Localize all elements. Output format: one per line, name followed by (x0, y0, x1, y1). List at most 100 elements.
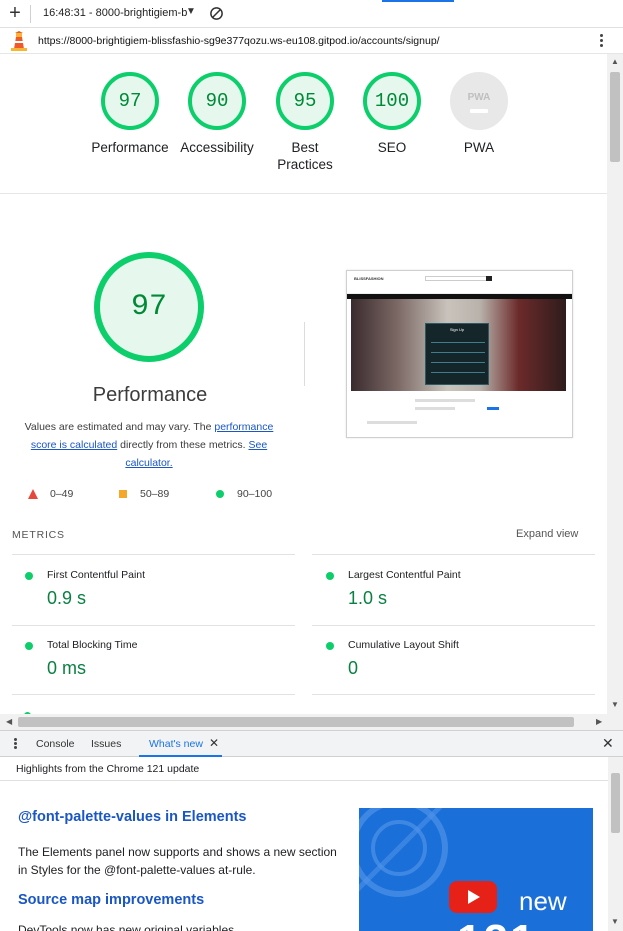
screenshot-field (431, 352, 485, 353)
metric-divider (12, 625, 295, 626)
scroll-thumb[interactable] (611, 773, 620, 833)
scroll-up-icon[interactable]: ▲ (611, 57, 619, 66)
gauge-seo[interactable]: 100 SEO (347, 72, 437, 156)
tab-strip: + 16:48:31 - 8000-brightigiem-b ▼ (0, 0, 623, 28)
legend-range: 50–89 (140, 488, 170, 500)
metric-divider (312, 694, 595, 695)
gauge-score: 100 (363, 72, 421, 130)
drawer-menu-icon[interactable] (12, 737, 18, 751)
note-text: Values are estimated and may vary. The (24, 421, 215, 433)
metric-value: 0 (348, 658, 359, 678)
close-tab-icon[interactable]: ✕ (209, 736, 219, 750)
report-vertical-scrollbar[interactable]: ▲ ▼ (607, 54, 623, 714)
performance-note: Values are estimated and may vary. The p… (18, 418, 280, 472)
score-gauges: 97 Performance 90 Accessibility 95 Best … (0, 54, 607, 194)
video-new-text: new (519, 886, 567, 916)
report-horizontal-scrollbar[interactable]: ◀ ▶ (0, 714, 623, 730)
performance-gauge: 97 (94, 252, 204, 362)
address-bar: https://8000-brightigiem-blissfashio-sg9… (0, 28, 623, 54)
new-tab-button[interactable]: + (4, 3, 26, 25)
screenshot-line (367, 421, 417, 424)
metric-label: Cumulative Layout Shift (348, 639, 459, 651)
tab-title[interactable]: 16:48:31 - 8000-brightigiem-b (43, 7, 187, 19)
tab-whats-new[interactable]: What's new (149, 738, 203, 750)
pass-indicator (25, 572, 33, 580)
metric-label: First Contentful Paint (47, 569, 146, 581)
metric-value: 0.9 s (47, 588, 87, 608)
more-options-icon[interactable] (596, 32, 606, 50)
legend-range: 0–49 (50, 488, 74, 500)
gauge-label: Performance (91, 140, 169, 155)
scroll-left-icon[interactable]: ◀ (6, 717, 12, 726)
gauge-pwa[interactable]: PWA PWA (434, 72, 524, 156)
block-icon[interactable] (209, 6, 224, 21)
lighthouse-report: 97 Performance 90 Accessibility 95 Best … (0, 54, 607, 714)
scroll-thumb[interactable] (610, 72, 620, 162)
performance-title: Performance (92, 384, 208, 406)
screenshot-button (487, 407, 499, 410)
pwa-badge-text: PWA (467, 91, 491, 103)
drawer-scrollbar[interactable]: ▼ (608, 757, 623, 931)
source-map-description: DevTools now has new original variables.… (18, 923, 245, 931)
metric-divider (12, 694, 295, 695)
gauge-label: SEO (377, 140, 407, 155)
screenshot-body (367, 399, 567, 429)
screenshot-modal-title: Sign Up (449, 327, 465, 332)
gauge-performance[interactable]: 97 Performance (85, 72, 175, 156)
screenshot-field (431, 342, 485, 343)
metric-value: 0 ms (47, 658, 87, 678)
metric-divider (12, 554, 295, 555)
metric-partial (24, 706, 31, 714)
screenshot-line (415, 407, 455, 410)
screenshot-search-button (486, 276, 492, 281)
pass-indicator (326, 642, 334, 650)
metric-divider (312, 625, 595, 626)
metric-value: 1.0 s (348, 588, 388, 608)
scroll-right-icon[interactable]: ▶ (596, 717, 602, 726)
screenshot-header: BLISSFASHION (347, 271, 572, 289)
font-palette-description: The Elements panel now supports and show… (18, 845, 337, 877)
tab-dropdown-icon[interactable]: ▼ (186, 6, 196, 17)
pwa-badge-bar (470, 108, 488, 113)
tab-divider (30, 5, 31, 23)
legend-range: 90–100 (237, 488, 273, 500)
screenshot-signup-modal: Sign Up (425, 323, 489, 385)
screenshot-field (431, 362, 485, 363)
scroll-thumb[interactable] (18, 717, 574, 727)
url-text[interactable]: https://8000-brightigiem-blissfashio-sg9… (38, 35, 440, 47)
gauge-label: Accessibility (180, 140, 254, 155)
tab-console[interactable]: Console (36, 738, 75, 750)
screenshot-search (425, 276, 491, 281)
scroll-down-icon[interactable]: ▼ (611, 917, 619, 926)
scroll-down-icon[interactable]: ▼ (611, 700, 619, 709)
metrics-heading: METRICS (12, 529, 65, 541)
pass-indicator (25, 642, 33, 650)
circle-icon (216, 490, 224, 498)
gauge-best-practices[interactable]: 95 Best Practices (260, 72, 350, 173)
gauge-score: 95 (276, 72, 334, 130)
drawer-tab-bar: Console Issues What's new ✕ ✕ (0, 730, 623, 757)
font-palette-heading-link[interactable]: @font-palette-values in Elements (18, 809, 246, 825)
lighthouse-icon (11, 31, 27, 51)
gauge-accessibility[interactable]: 90 Accessibility (172, 72, 262, 156)
metric-label: Total Blocking Time (47, 639, 138, 651)
screenshot-field (431, 372, 485, 373)
whats-new-content: @font-palette-values in Elements The Ele… (0, 781, 608, 931)
source-map-heading-link[interactable]: Source map improvements (18, 892, 204, 908)
note-text: directly from these metrics. (117, 439, 249, 451)
triangle-icon (28, 489, 38, 499)
metric-label: Largest Contentful Paint (348, 569, 461, 581)
gauge-score: 97 (101, 72, 159, 130)
whats-new-header-text: Highlights from the Chrome 121 update (16, 763, 200, 775)
chrome-update-video[interactable]: new 121 (359, 808, 593, 931)
close-drawer-icon[interactable]: ✕ (602, 735, 614, 752)
page-screenshot[interactable]: BLISSFASHION Sign Up (346, 270, 573, 438)
gauge-label: Best Practices (277, 140, 333, 172)
screenshot-brand: BLISSFASHION (354, 276, 384, 281)
tab-issues[interactable]: Issues (91, 738, 121, 750)
gauge-score: 90 (188, 72, 246, 130)
pwa-badge-icon: PWA (450, 72, 508, 130)
expand-view-button[interactable]: Expand view (516, 528, 578, 540)
screenshot-line (415, 399, 475, 402)
video-version-text: 121 (457, 916, 536, 931)
